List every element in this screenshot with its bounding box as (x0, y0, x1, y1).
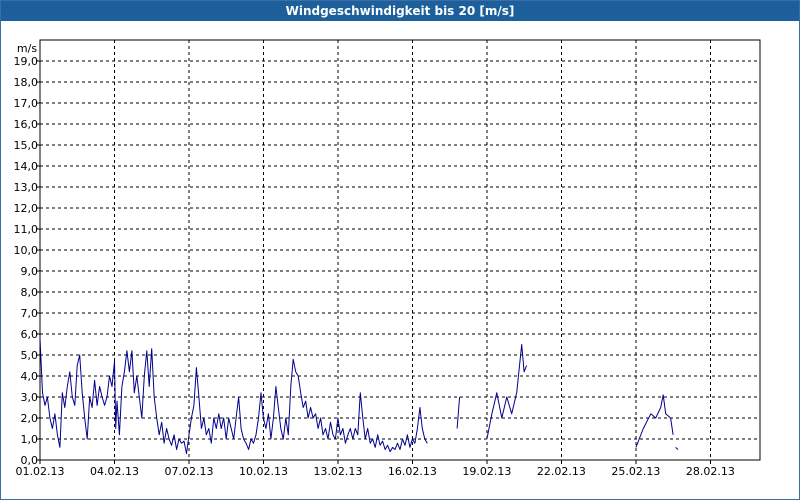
grid-lines (40, 40, 760, 460)
axes (36, 39, 761, 464)
x-axis-tick-labels: 01.02.13 04.02.13 07.02.13 10.02.13 13.02.13… (16, 465, 735, 478)
y-tick-label: 15,0 (14, 139, 39, 152)
series-line-segment (456, 396, 461, 429)
x-tick-label: 10.02.13 (239, 465, 288, 478)
x-tick-label: 01.02.13 (16, 465, 65, 478)
y-tick-label: 1,0 (21, 433, 39, 446)
x-tick-label: 22.02.13 (537, 465, 586, 478)
series-line-segment (486, 344, 528, 440)
series-line-segment (675, 447, 679, 450)
y-tick-label: 7,0 (21, 307, 39, 320)
y-tick-label: 8,0 (21, 286, 39, 299)
y-tick-label: 3,0 (21, 391, 39, 404)
y-tick-label: 9,0 (21, 265, 39, 278)
y-tick-label: 14,0 (14, 160, 39, 173)
wind-speed-series (39, 338, 679, 455)
y-tick-label: 16,0 (14, 118, 39, 131)
x-tick-label: 07.02.13 (164, 465, 213, 478)
y-tick-label: 13,0 (14, 181, 39, 194)
y-tick-label: 18,0 (14, 76, 39, 89)
y-tick-label: 11,0 (14, 223, 39, 236)
x-tick-label: 28.02.13 (686, 465, 735, 478)
x-tick-label: 04.02.13 (90, 465, 139, 478)
x-tick-label: 16.02.13 (388, 465, 437, 478)
y-axis-tick-labels: 0,01,02,03,04,05,06,07,08,09,010,011,012… (14, 55, 39, 467)
y-tick-label: 12,0 (14, 202, 39, 215)
y-tick-label: 6,0 (21, 328, 39, 341)
wind-speed-chart: 0,01,02,03,04,05,06,07,08,09,010,011,012… (14, 39, 761, 478)
y-axis-unit-label: m/s (17, 42, 37, 55)
series-line-segment (39, 338, 428, 455)
x-tick-label: 25.02.13 (611, 465, 660, 478)
x-tick-label: 19.02.13 (462, 465, 511, 478)
y-tick-label: 17,0 (14, 97, 39, 110)
y-tick-label: 4,0 (21, 370, 39, 383)
x-tick-label: 13.02.13 (313, 465, 362, 478)
y-tick-label: 5,0 (21, 349, 39, 362)
y-tick-label: 10,0 (14, 244, 39, 257)
y-tick-label: 2,0 (21, 412, 39, 425)
series-line-segment (635, 394, 674, 448)
y-tick-label: 19,0 (14, 55, 39, 68)
